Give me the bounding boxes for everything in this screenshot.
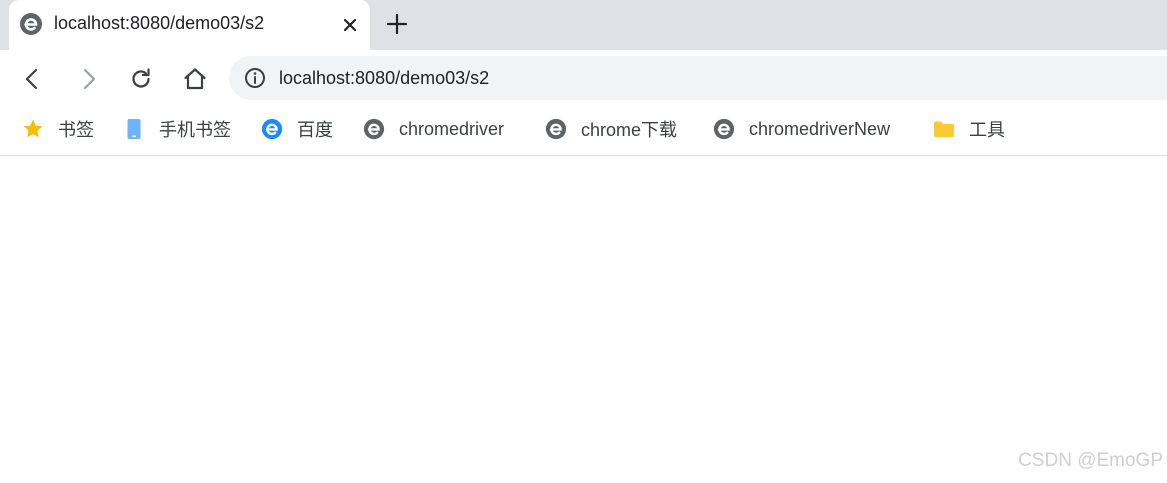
tab-title: localhost:8080/demo03/s2 [54,13,265,33]
bookmark-label: 书签 [58,120,94,140]
watermark-text: CSDN @EmoGP [1018,450,1163,471]
info-icon[interactable] [244,67,266,89]
bookmark-item[interactable]: 工具 [933,115,1005,143]
bookmark-item[interactable]: 手机书签 [123,115,231,143]
address-bar[interactable]: localhost:8080/demo03/s2 [229,56,1167,100]
phone-icon [127,119,141,139]
browser-e-icon [713,118,735,140]
folder-icon [934,121,954,137]
close-icon[interactable] [338,13,362,37]
toolbar: localhost:8080/demo03/s2 [0,50,1167,106]
bookmarks-bar: 书签 手机书签 百度 chromedriver chrome下载 chromed… [0,106,1167,156]
bookmark-item[interactable]: chromedriverNew [713,115,890,143]
browser-e-icon-blue [261,118,283,140]
star-icon [23,119,43,138]
bookmark-label: chromedriverNew [749,118,891,139]
bookmark-item[interactable]: 书签 [22,115,94,143]
browser-e-icon [20,13,42,35]
bookmark-label: 手机书签 [159,120,231,140]
bookmark-item[interactable]: 百度 [261,115,333,143]
browser-e-icon [545,118,567,140]
active-tab[interactable]: localhost:8080/demo03/s2 [9,0,370,50]
back-arrow-icon[interactable] [20,66,46,92]
browser-e-icon [363,118,385,140]
bookmark-item[interactable]: chrome下载 [545,115,677,143]
bookmark-label: chromedriver [399,118,505,139]
plus-icon[interactable] [384,11,410,37]
bookmark-label: 工具 [969,120,1005,140]
reload-icon[interactable] [128,66,154,92]
forward-arrow-icon[interactable] [75,66,101,92]
home-icon[interactable] [182,66,208,92]
bookmark-label: 百度 [297,120,333,140]
url-text[interactable]: localhost:8080/demo03/s2 [279,68,489,89]
bookmark-item[interactable]: chromedriver [363,115,504,143]
bookmark-label: chrome下载 [581,120,678,140]
tab-strip: localhost:8080/demo03/s2 [0,0,1167,50]
